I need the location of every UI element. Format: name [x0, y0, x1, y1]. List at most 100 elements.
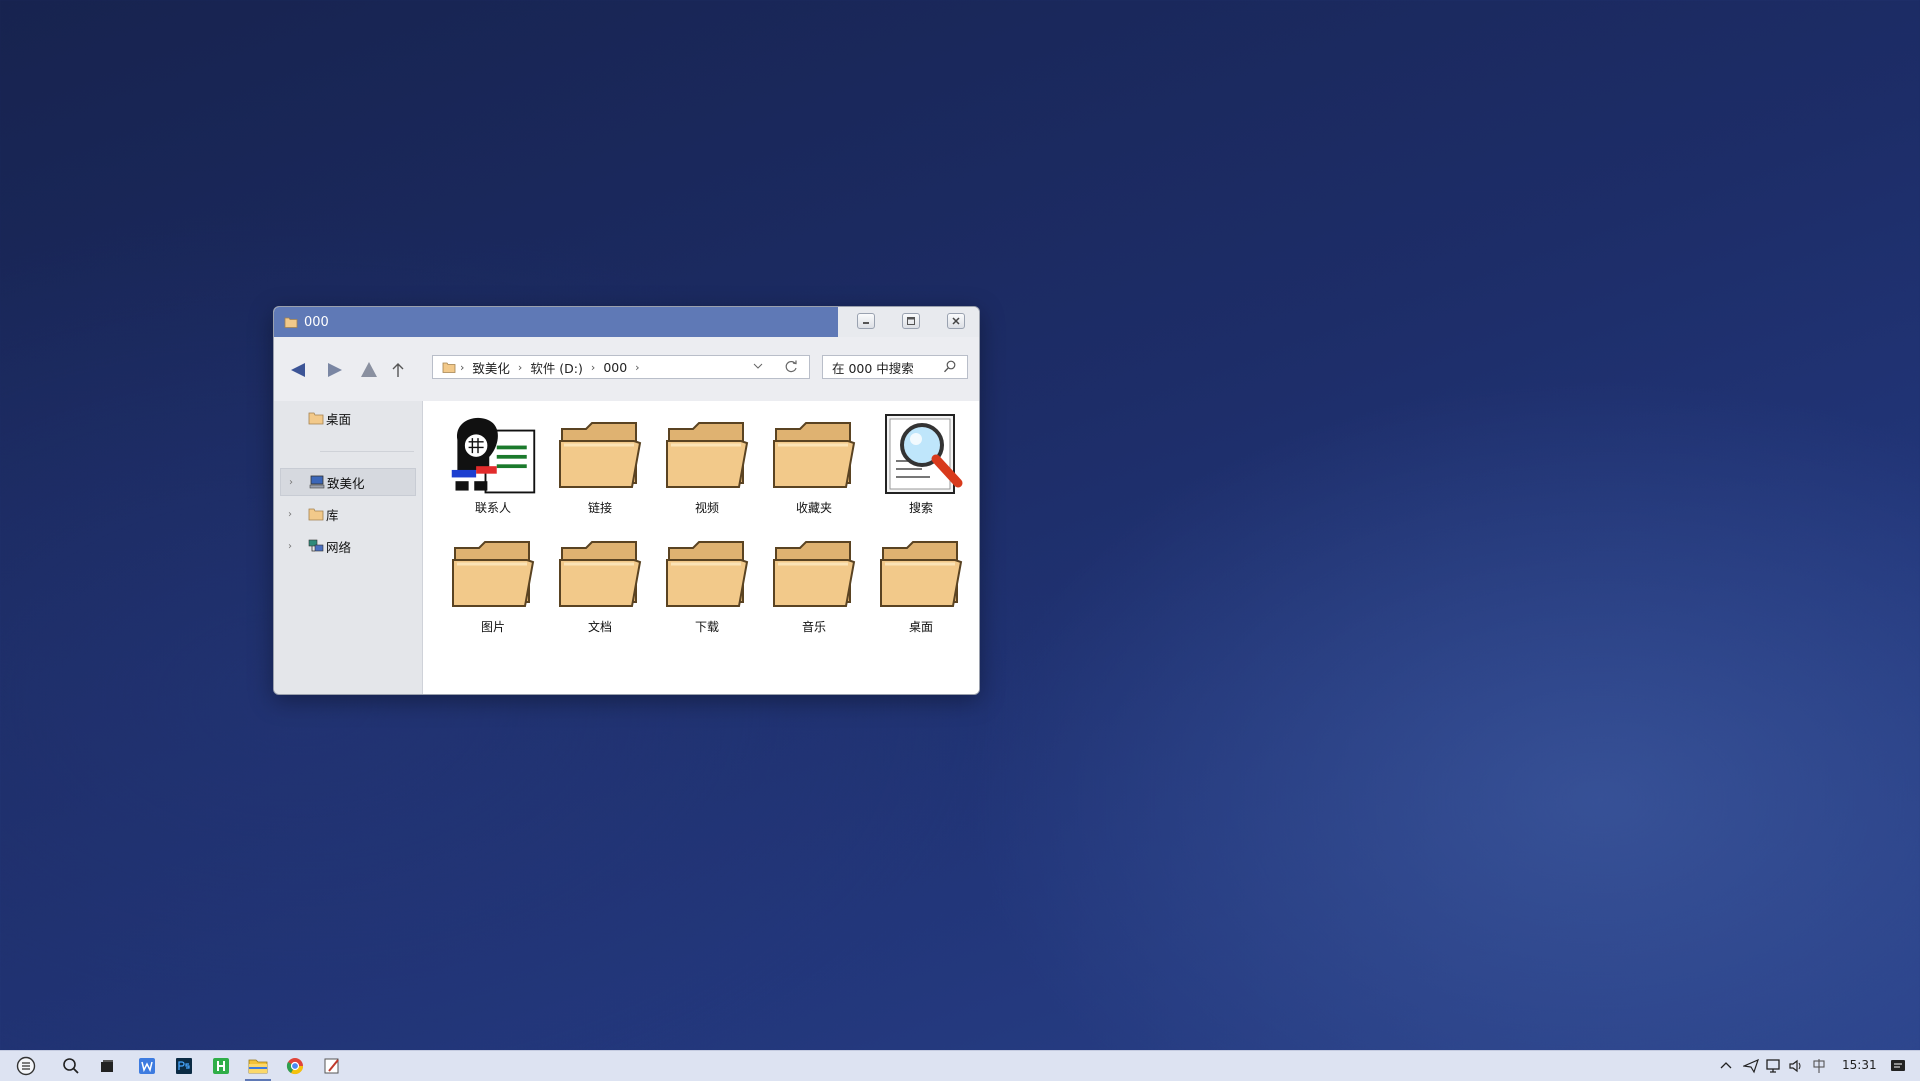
taskbar: 15:31 — [0, 1050, 1920, 1081]
breadcrumb-zhimeihua[interactable]: 致美化 — [472, 358, 510, 377]
display-icon[interactable] — [1766, 1058, 1782, 1074]
maximize-button[interactable] — [902, 313, 920, 329]
close-button[interactable] — [947, 313, 965, 329]
file-explorer-icon — [248, 1059, 268, 1074]
pen-icon — [324, 1058, 339, 1074]
search-icon — [63, 1058, 79, 1074]
back-arrow-icon — [291, 363, 305, 377]
navigation-pane: 桌面 › 致美化 › 库 › 网络 — [274, 401, 423, 694]
breadcrumb-000[interactable]: 000 — [603, 360, 627, 375]
address-bar[interactable]: › 致美化 › 软件 (D:) › 000 › — [432, 355, 810, 379]
search-icon[interactable] — [943, 359, 957, 375]
folder-icon — [666, 541, 749, 607]
taskbar-pen-app[interactable] — [322, 1056, 342, 1076]
item-label: 图片 — [480, 620, 505, 634]
back-button[interactable] — [288, 360, 308, 380]
title-area[interactable]: 000 — [274, 307, 838, 337]
item-pictures[interactable]: 图片 — [445, 530, 541, 642]
clock[interactable]: 15:31 — [1842, 1058, 1877, 1072]
start-icon — [16, 1056, 36, 1076]
minimize-button[interactable] — [857, 313, 875, 329]
computer-icon — [309, 475, 325, 489]
recent-locations-button[interactable] — [359, 360, 379, 380]
taskbar-chrome[interactable] — [285, 1056, 305, 1076]
chevron-right-icon[interactable]: › — [288, 541, 292, 552]
item-label: 视频 — [694, 501, 719, 515]
taskbar-word[interactable] — [137, 1056, 157, 1076]
refresh-icon[interactable] — [783, 358, 799, 376]
item-searches[interactable]: 搜索 — [873, 411, 969, 523]
sidebar-item-library[interactable]: › 库 — [280, 500, 416, 528]
item-contacts[interactable]: 联系人 — [445, 411, 541, 523]
up-button[interactable] — [388, 360, 408, 380]
close-icon — [952, 317, 960, 325]
window-title: 000 — [304, 314, 329, 330]
sidebar-item-zhimeihua[interactable]: › 致美化 — [280, 468, 416, 496]
item-desktop[interactable]: 桌面 — [873, 530, 969, 642]
item-label: 文档 — [587, 620, 612, 634]
task-view-button[interactable] — [97, 1056, 117, 1076]
search-document-icon — [885, 414, 963, 494]
folder-icon — [773, 541, 856, 607]
item-label: 链接 — [587, 501, 612, 515]
word-icon — [139, 1058, 155, 1074]
sidebar-item-label: 致美化 — [327, 475, 365, 491]
input-method-icon[interactable] — [1811, 1058, 1827, 1074]
volume-icon[interactable] — [1788, 1058, 1804, 1074]
chevron-right-icon[interactable]: › — [288, 509, 292, 520]
task-view-icon — [101, 1060, 113, 1072]
network-icon — [308, 539, 324, 552]
sidebar-item-network[interactable]: › 网络 — [280, 532, 416, 560]
forward-button[interactable] — [325, 360, 345, 380]
breadcrumb-separator: › — [517, 360, 523, 374]
chevron-up-icon[interactable] — [1720, 1060, 1732, 1070]
item-label: 桌面 — [908, 620, 933, 634]
folder-icon — [773, 422, 856, 488]
breadcrumb-separator: › — [590, 360, 596, 374]
triangle-up-icon — [361, 362, 377, 377]
chrome-icon — [286, 1058, 304, 1075]
chevron-down-icon[interactable] — [753, 361, 763, 371]
folder-icon — [452, 541, 535, 607]
chevron-right-icon[interactable]: › — [289, 477, 293, 488]
breadcrumb-separator: › — [460, 360, 465, 374]
item-favorites[interactable]: 收藏夹 — [766, 411, 862, 523]
start-button[interactable] — [16, 1056, 36, 1076]
item-documents[interactable]: 文档 — [552, 530, 648, 642]
item-label: 收藏夹 — [795, 501, 832, 515]
title-bar[interactable]: 000 — [274, 307, 979, 337]
forward-arrow-icon — [328, 363, 342, 377]
search-box[interactable]: 在 000 中搜索 — [822, 355, 968, 379]
item-label: 联系人 — [474, 501, 511, 515]
item-videos[interactable]: 视频 — [659, 411, 755, 523]
taskbar-file-explorer[interactable] — [245, 1056, 271, 1081]
folder-icon — [880, 541, 963, 607]
taskbar-search[interactable] — [61, 1056, 81, 1076]
sidebar-item-label: 网络 — [326, 539, 352, 555]
sidebar-item-desktop[interactable]: 桌面 — [280, 404, 416, 432]
sidebar-item-label: 桌面 — [326, 411, 352, 427]
taskbar-hbuilder[interactable] — [211, 1056, 231, 1076]
contacts-icon — [451, 417, 536, 494]
hbuilder-icon — [213, 1058, 229, 1074]
breadcrumb-drive-d[interactable]: 软件 (D:) — [530, 358, 583, 377]
folder-icon — [442, 362, 456, 373]
item-label: 下载 — [694, 620, 719, 634]
folder-icon — [666, 422, 749, 488]
file-explorer-window: 000 › 致美化 › 软件 (D:) › 000 › 在 000 中搜索 桌面… — [273, 306, 980, 695]
sidebar-divider — [320, 451, 414, 452]
arrow-up-icon — [392, 363, 404, 377]
file-list: 联系人 链接 视频 收藏夹 搜索 图片 文档 下载 音乐 桌面 — [423, 401, 979, 694]
item-links[interactable]: 链接 — [552, 411, 648, 523]
folder-icon — [284, 317, 298, 328]
folder-icon — [559, 422, 642, 488]
item-music[interactable]: 音乐 — [766, 530, 862, 642]
item-downloads[interactable]: 下载 — [659, 530, 755, 642]
notification-icon[interactable] — [1890, 1058, 1906, 1074]
minimize-icon — [863, 322, 869, 324]
send-icon[interactable] — [1743, 1058, 1759, 1074]
maximize-icon — [907, 317, 915, 325]
photoshop-icon — [176, 1058, 192, 1074]
taskbar-photoshop[interactable] — [174, 1056, 194, 1076]
breadcrumb-separator: › — [635, 360, 640, 374]
